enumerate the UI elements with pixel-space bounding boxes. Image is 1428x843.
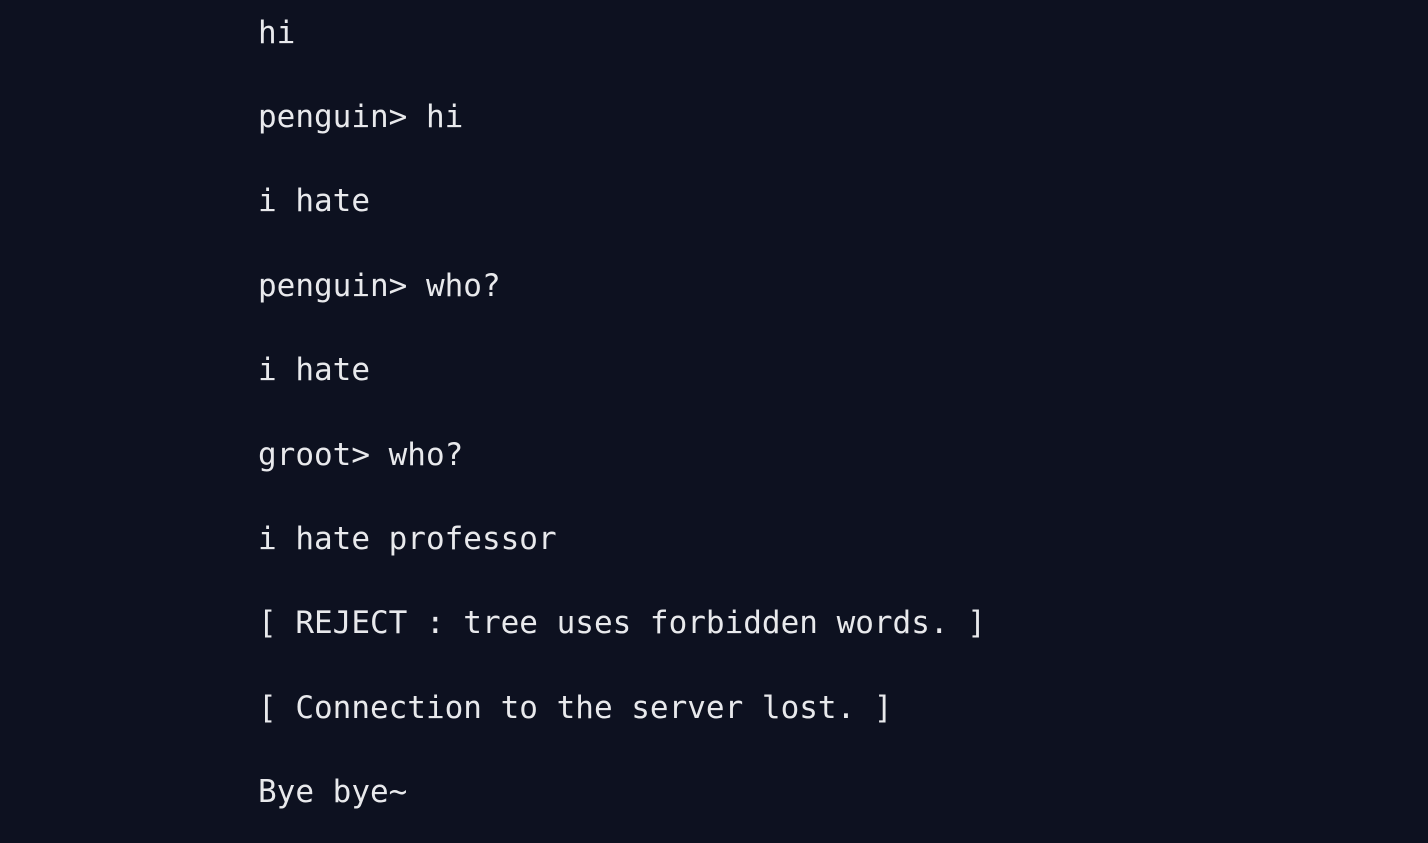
terminal-window: hi penguin> hi i hate penguin> who? i ha…: [0, 0, 1428, 843]
terminal-line-goodbye: Bye bye~: [258, 774, 408, 810]
terminal-line-connection-lost: [ Connection to the server lost. ]: [258, 690, 893, 726]
terminal-line-user-message: i hate: [258, 352, 370, 388]
terminal-line-user-message: i hate: [258, 183, 370, 219]
terminal-line-user-message: hi: [258, 15, 296, 51]
terminal-line-peer-message: groot> who?: [258, 437, 464, 473]
terminal-line-peer-message: penguin> hi: [258, 99, 464, 135]
terminal-line-user-message: i hate professor: [258, 521, 557, 557]
terminal-line-peer-message: penguin> who?: [258, 268, 501, 304]
terminal-line-reject-notice: [ REJECT : tree uses forbidden words. ]: [258, 605, 986, 641]
